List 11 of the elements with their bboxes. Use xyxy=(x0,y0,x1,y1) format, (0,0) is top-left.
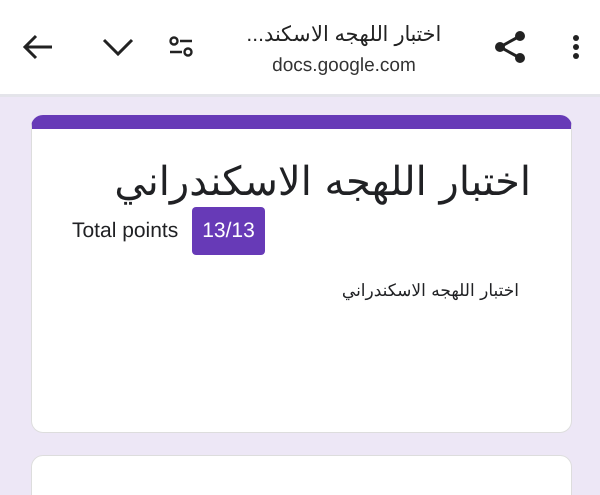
page-title: اختبار اللهجه الاسكند... xyxy=(246,22,442,46)
form-title: اختبار اللهجه الاسكندراني xyxy=(113,158,531,207)
page-url: docs.google.com xyxy=(272,54,416,76)
more-icon[interactable] xyxy=(572,34,580,60)
form-description: اختبار اللهجه الاسكندراني xyxy=(340,281,520,301)
settings-icon[interactable] xyxy=(168,36,194,58)
share-icon[interactable] xyxy=(494,30,526,64)
score-value: 13/13 xyxy=(192,207,265,255)
score-label: Total points xyxy=(72,219,178,243)
back-icon[interactable] xyxy=(22,33,54,61)
chevron-down-icon[interactable] xyxy=(102,38,134,56)
